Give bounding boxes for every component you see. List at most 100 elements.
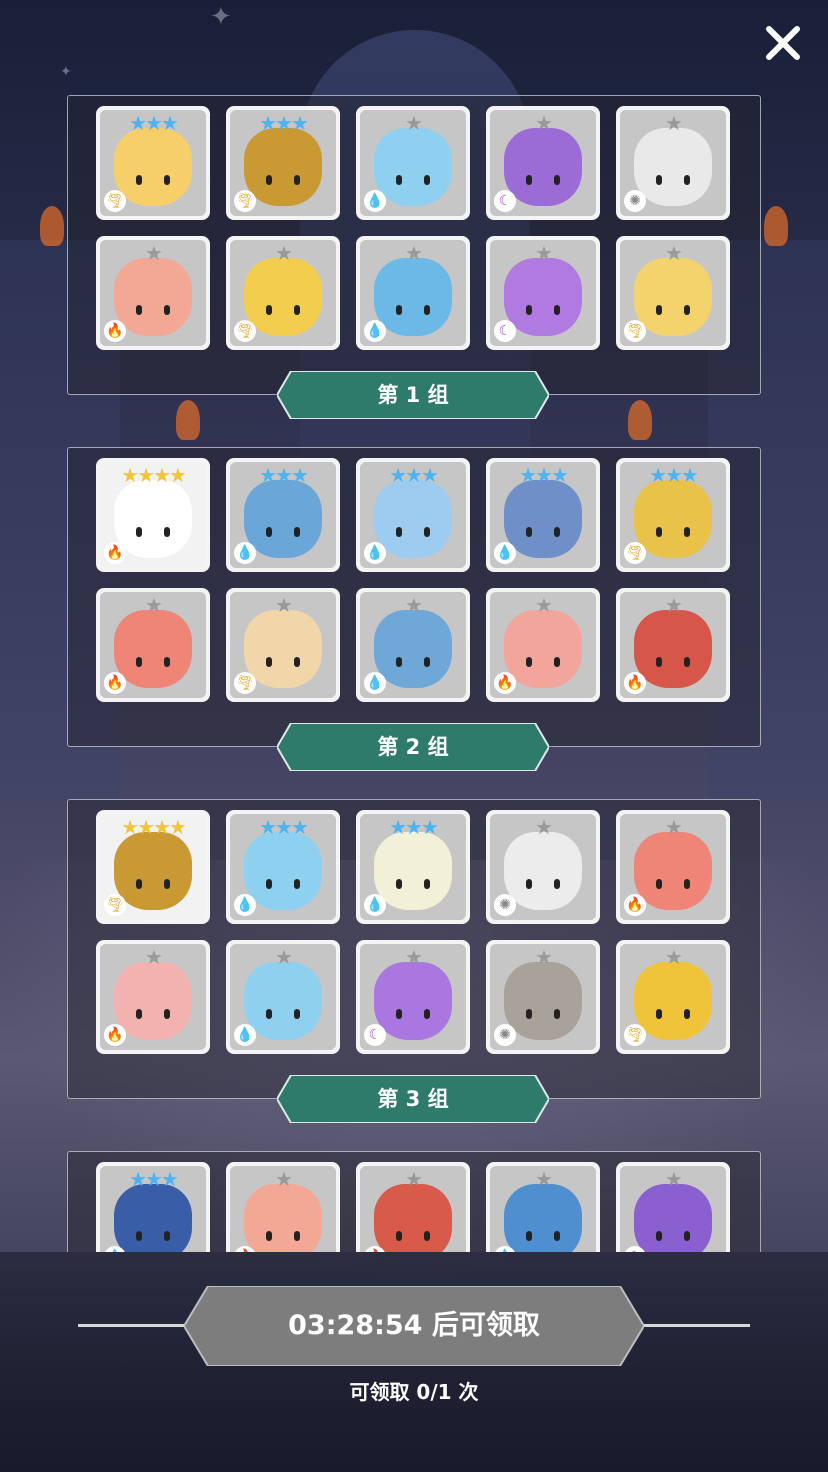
water-element-icon: 💧 <box>364 542 386 564</box>
hero-portrait: ★☾ <box>490 240 596 346</box>
hero-card[interactable]: ★☾ <box>486 106 600 220</box>
hero-card[interactable]: ★💧 <box>356 236 470 350</box>
hero-portrait: ★ ✺ <box>620 110 726 216</box>
hero-eye <box>655 1231 662 1242</box>
hero-card[interactable]: ★🔥 <box>226 1162 340 1252</box>
hero-avatar <box>504 1184 582 1252</box>
hero-card[interactable]: ★★★★ 🔥 <box>96 458 210 572</box>
hero-portrait: ★★★ 🌪 <box>100 110 206 216</box>
hero-card[interactable]: ★★★ 🌪 <box>226 106 340 220</box>
hero-card[interactable]: ★☾ <box>616 1162 730 1252</box>
hero-portrait: ★★★ 💧 <box>360 462 466 568</box>
group-label-badge: 第 2 组 <box>277 723 549 771</box>
hero-eye <box>655 175 662 186</box>
hero-card[interactable]: ★🔥 <box>96 588 210 702</box>
hero-card[interactable]: ★★★ 🌪 <box>96 106 210 220</box>
hero-card[interactable]: ★☾ <box>486 236 600 350</box>
hero-card[interactable]: ★💧 <box>356 588 470 702</box>
hero-card[interactable]: ★ 🌪 <box>226 236 340 350</box>
sparkle-icon: ✦ <box>60 64 72 80</box>
hero-card[interactable]: ★★★ 💧 <box>356 458 470 572</box>
star-rating: ★ <box>275 241 293 265</box>
hero-avatar <box>504 480 582 559</box>
hero-eye <box>554 527 561 538</box>
hero-card[interactable]: ★🔥 <box>96 940 210 1054</box>
hero-card[interactable]: ★🔥 <box>356 1162 470 1252</box>
hero-portrait: ★★★💧 <box>100 1166 206 1252</box>
water-element-icon: 💧 <box>364 190 386 212</box>
star-rating: ★ <box>535 1167 553 1191</box>
hero-portrait: ★★★ 🌪 <box>620 462 726 568</box>
hero-eye <box>395 1231 402 1242</box>
hero-card[interactable]: ★★★ 🌪 <box>616 458 730 572</box>
hero-eye <box>525 657 532 668</box>
hero-card[interactable]: ★☾ <box>356 940 470 1054</box>
claim-button[interactable]: 03:28:54 后可领取 <box>184 1286 644 1366</box>
wind-element-icon: 🌪 <box>104 190 126 212</box>
hero-eye <box>655 305 662 316</box>
water-element-icon: 💧 <box>234 1024 256 1046</box>
hero-portrait: ★💧 <box>490 1166 596 1252</box>
hero-avatar <box>504 832 582 911</box>
hero-portrait: ★🔥 <box>100 592 206 698</box>
water-element-icon: 💧 <box>234 894 256 916</box>
hero-card[interactable]: ★ ✺ <box>616 106 730 220</box>
light-element-icon: ✺ <box>494 894 516 916</box>
hero-card[interactable]: ★🔥 <box>486 588 600 702</box>
hero-eye <box>525 879 532 890</box>
hero-card[interactable]: ★★★💧 <box>226 458 340 572</box>
star-rating: ★ <box>665 945 683 969</box>
star-rating: ★ <box>405 111 423 135</box>
hero-card[interactable]: ★ 🌪 <box>616 236 730 350</box>
close-button[interactable] <box>760 20 806 66</box>
hero-portrait: ★🔥 <box>360 1166 466 1252</box>
hero-card[interactable]: ★★★★ 🌪 <box>96 810 210 924</box>
hero-eye <box>135 657 142 668</box>
hero-card[interactable]: ★ ✺ <box>486 810 600 924</box>
hero-portrait: ★ 🌪 <box>230 592 336 698</box>
light-element-icon: ✺ <box>624 190 646 212</box>
hero-card[interactable]: ★★★💧 <box>96 1162 210 1252</box>
hero-card[interactable]: ★🔥 <box>616 588 730 702</box>
reward-group-list[interactable]: ★★★ 🌪 ★★★ 🌪 ★ 💧 ★ ☾ ★ ✺ ★ 🔥 ★ 🌪 ★ 💧 ★ ☾ ★ 🌪 第 1 组 ★★★★ 🔥 ★★★ 💧… <box>0 80 828 1252</box>
hero-eye <box>525 1231 532 1242</box>
hero-card[interactable]: ★★★💧 <box>356 810 470 924</box>
hero-portrait: ★★★💧 <box>360 814 466 920</box>
star-rating: ★★★★ <box>121 463 187 487</box>
hero-eye <box>395 657 402 668</box>
fire-element-icon: 🔥 <box>624 894 646 916</box>
hero-card[interactable]: ★★★💧 <box>486 458 600 572</box>
hero-portrait: ★★★★ 🔥 <box>100 462 206 568</box>
star-rating: ★★★ <box>389 463 439 487</box>
hero-avatar <box>244 480 322 559</box>
hero-card[interactable]: ★💧 <box>356 106 470 220</box>
hero-eye <box>294 1231 301 1242</box>
hero-portrait: ★💧 <box>230 944 336 1050</box>
hero-portrait: ★★★ 🌪 <box>230 110 336 216</box>
hero-eye <box>684 1009 691 1020</box>
hero-card[interactable]: ★🔥 <box>96 236 210 350</box>
hero-avatar <box>114 1184 192 1252</box>
hero-eye <box>525 175 532 186</box>
hero-eye <box>424 1231 431 1242</box>
hero-avatar <box>244 1184 322 1252</box>
hero-card[interactable]: ★ 🌪 <box>616 940 730 1054</box>
hero-eye <box>164 305 171 316</box>
hero-card[interactable]: ★💧 <box>226 940 340 1054</box>
hero-card[interactable]: ★ 🌪 <box>226 588 340 702</box>
hero-eye <box>265 527 272 538</box>
hero-card[interactable]: ★ ✺ <box>486 940 600 1054</box>
hero-card[interactable]: ★🔥 <box>616 810 730 924</box>
light-element-icon: ✺ <box>494 1024 516 1046</box>
hero-eye <box>424 657 431 668</box>
wind-element-icon: 🌪 <box>624 320 646 342</box>
hero-portrait: ★🔥 <box>100 240 206 346</box>
group-label: 第 3 组 <box>377 1087 449 1111</box>
hero-eye <box>395 527 402 538</box>
hero-card[interactable]: ★★★ 💧 <box>226 810 340 924</box>
star-rating: ★★★ <box>259 815 309 839</box>
hero-eye <box>265 657 272 668</box>
hero-portrait: ★ ✺ <box>490 814 596 920</box>
hero-card[interactable]: ★💧 <box>486 1162 600 1252</box>
hero-avatar <box>244 962 322 1041</box>
